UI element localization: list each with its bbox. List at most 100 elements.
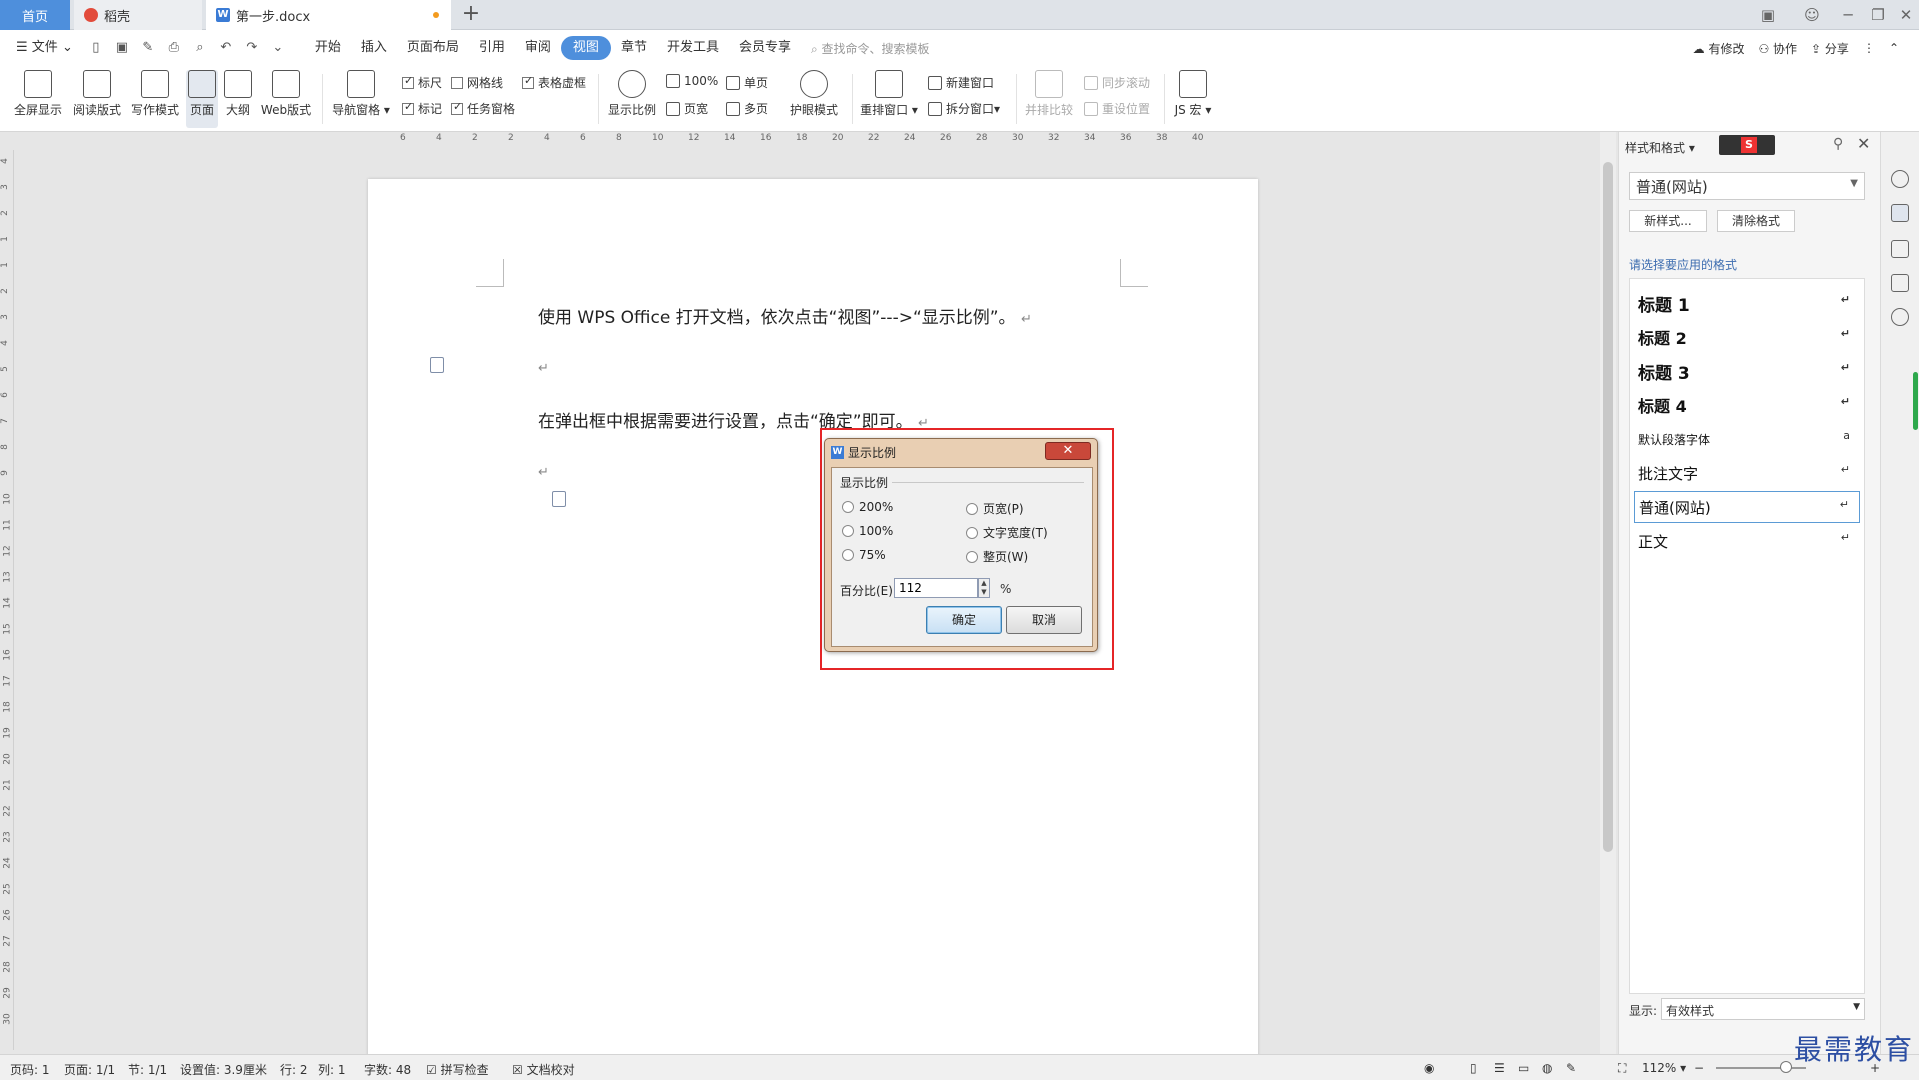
zoom-out-button[interactable]: −	[1694, 1061, 1704, 1075]
document-page[interactable]: 使用 WPS Office 打开文档，依次点击“视图”--->“显示比例”。 ↵…	[368, 179, 1258, 1059]
undo-icon[interactable]: ↶	[215, 37, 237, 59]
style-default-font[interactable]: 默认段落字体 a	[1634, 423, 1860, 455]
minimize-button[interactable]: ─	[1831, 0, 1865, 30]
style-pen-icon[interactable]	[1891, 204, 1909, 222]
percent-spinner[interactable]: ▲ ▼	[978, 578, 990, 598]
radio-page-width[interactable]: 页宽(P)	[966, 500, 1024, 517]
style-comment-text[interactable]: 批注文字 ↵	[1634, 457, 1860, 489]
page-view-status-icon[interactable]: ▯	[1470, 1061, 1477, 1075]
fullscreen-button[interactable]: 全屏显示	[12, 70, 64, 118]
zoom-level[interactable]: 112% ▾	[1642, 1061, 1686, 1075]
multi-page-button[interactable]: 多页	[726, 100, 768, 117]
status-section[interactable]: 节: 1/1	[128, 1061, 167, 1078]
writing-mode-button[interactable]: 写作模式	[128, 70, 182, 118]
menu-layout[interactable]: 页面布局	[397, 36, 469, 60]
style-heading-1[interactable]: 标题 1 ↵	[1634, 287, 1860, 319]
menu-member[interactable]: 会员专享	[729, 36, 801, 60]
dialog-close-button[interactable]: ✕	[1045, 442, 1091, 460]
tab-straw[interactable]: 稻壳	[74, 0, 202, 30]
task-pane-checkbox[interactable]: 任务窗格	[451, 100, 515, 117]
share-button[interactable]: ⇪ 分享	[1811, 40, 1849, 57]
style-heading-3[interactable]: 标题 3 ↵	[1634, 355, 1860, 387]
style-heading-4[interactable]: 标题 4 ↵	[1634, 389, 1860, 421]
status-word-count[interactable]: 字数: 48	[364, 1061, 411, 1078]
new-doc-icon[interactable]: ▯	[85, 37, 107, 59]
style-heading-2[interactable]: 标题 2 ↵	[1634, 321, 1860, 353]
zoom-button[interactable]: 显示比例	[606, 70, 658, 118]
status-setting[interactable]: 设置值: 3.9厘米	[180, 1061, 267, 1078]
rearrange-window-button[interactable]: 重排窗口 ▾	[858, 70, 920, 118]
document-scrollbar[interactable]	[1600, 132, 1616, 1054]
empty-paragraph[interactable]: ↵	[538, 357, 549, 377]
menu-references[interactable]: 引用	[469, 36, 515, 60]
tab-document[interactable]: W 第一步.docx	[206, 0, 451, 30]
format-painter-icon[interactable]: ✎	[137, 37, 159, 59]
clear-format-button[interactable]: 清除格式	[1717, 210, 1795, 232]
reading-status-icon[interactable]: ▭	[1518, 1061, 1529, 1075]
pane-close-button[interactable]: ✕	[1857, 134, 1870, 153]
empty-paragraph[interactable]: ↵	[538, 461, 549, 481]
help-icon[interactable]	[1891, 308, 1909, 326]
menu-view[interactable]: 视图	[560, 36, 611, 60]
single-page-button[interactable]: 单页	[726, 74, 768, 91]
redo-icon[interactable]: ↷	[241, 37, 263, 59]
radio-100[interactable]: 100%	[842, 524, 893, 538]
pane-title[interactable]: 样式和格式 ▾	[1625, 139, 1695, 156]
more-icon[interactable]: ⋮	[1863, 41, 1875, 55]
print-preview-icon[interactable]: ⌕	[189, 37, 211, 59]
page-view-button[interactable]: 页面	[186, 70, 218, 128]
paste-options-icon[interactable]	[430, 357, 444, 373]
side-by-side-button[interactable]: 并排比较	[1022, 70, 1076, 118]
command-search[interactable]: ⌕ 查找命令、搜索模板	[811, 40, 930, 57]
window-switch-icon[interactable]: ▣	[1751, 0, 1785, 30]
radio-text-width[interactable]: 文字宽度(T)	[966, 524, 1048, 541]
table-dashed-checkbox[interactable]: 表格虚框	[522, 74, 586, 91]
menu-start[interactable]: 开始	[305, 36, 351, 60]
js-macro-button[interactable]: JS 宏 ▾	[1170, 70, 1216, 118]
reset-position-button[interactable]: 重设位置	[1084, 100, 1150, 117]
show-filter-select[interactable]: 有效样式 ▼	[1661, 998, 1865, 1020]
new-window-button[interactable]: 新建窗口	[928, 74, 994, 91]
collaborate-button[interactable]: ⚇ 协作	[1758, 40, 1797, 57]
cancel-button[interactable]: 取消	[1006, 606, 1082, 634]
zoom-slider-knob[interactable]	[1780, 1061, 1792, 1073]
menu-insert[interactable]: 插入	[351, 36, 397, 60]
radio-200[interactable]: 200%	[842, 500, 893, 514]
menu-review[interactable]: 审阅	[515, 36, 561, 60]
style-normal-web[interactable]: 普通(网站) ↵	[1634, 491, 1860, 523]
print-icon[interactable]: ⎙	[163, 37, 185, 59]
nav-pane-button[interactable]: 导航窗格 ▾	[330, 70, 392, 118]
tab-home[interactable]: 首页	[0, 0, 70, 30]
zoom-slider[interactable]	[1716, 1067, 1806, 1069]
radio-whole-page[interactable]: 整页(W)	[966, 548, 1028, 565]
menu-developer[interactable]: 开发工具	[657, 36, 729, 60]
pin-icon[interactable]: ⚲	[1833, 136, 1843, 152]
style-body-text[interactable]: 正文 ↵	[1634, 525, 1860, 557]
document-paragraph-1[interactable]: 使用 WPS Office 打开文档，依次点击“视图”--->“显示比例”。 ↵	[538, 303, 1032, 328]
menu-section[interactable]: 章节	[611, 36, 657, 60]
customize-icon[interactable]: ⌄	[267, 37, 289, 59]
web-layout-button[interactable]: Web版式	[258, 70, 314, 118]
eye-protect-icon[interactable]: ◉	[1424, 1061, 1434, 1075]
doc-proof-button[interactable]: ☒ 文档校对	[512, 1061, 575, 1078]
new-tab-button[interactable]: +	[458, 2, 484, 28]
vertical-ruler[interactable]: 4 3 2 1 1 2 3 4 5 6 7 8 9 10 11 12 13 14 15 16 17 18 19 20 21 22 2…	[0, 150, 14, 1050]
scrollbar-thumb[interactable]	[1603, 162, 1613, 852]
percent-input[interactable]	[894, 578, 978, 598]
zoom-100-button[interactable]: 100%	[666, 74, 718, 88]
settings-sliders-icon[interactable]	[1891, 274, 1909, 292]
spell-check-button[interactable]: ☑ 拼写检查	[426, 1061, 489, 1078]
sync-scroll-button[interactable]: 同步滚动	[1084, 74, 1150, 91]
clipboard-paste-icon[interactable]	[552, 491, 566, 507]
radio-75[interactable]: 75%	[842, 548, 886, 562]
outline-status-icon[interactable]: ☰	[1494, 1061, 1505, 1075]
horizontal-ruler[interactable]: 6 4 2 2 4 6 8 10 12 14 16 18 20 22 24 26 28 30 32 34 36 38 40	[370, 132, 1246, 148]
new-style-button[interactable]: 新样式...	[1629, 210, 1707, 232]
ruler-checkbox[interactable]: 标尺	[402, 74, 442, 91]
page-width-button[interactable]: 页宽	[666, 100, 708, 117]
split-window-button[interactable]: 拆分窗口 ▾	[928, 100, 1000, 117]
status-col[interactable]: 列: 1	[318, 1061, 346, 1078]
modify-status[interactable]: ☁ 有修改	[1693, 40, 1745, 57]
ok-button[interactable]: 确定	[926, 606, 1002, 634]
status-page-number[interactable]: 页码: 1	[10, 1061, 50, 1078]
